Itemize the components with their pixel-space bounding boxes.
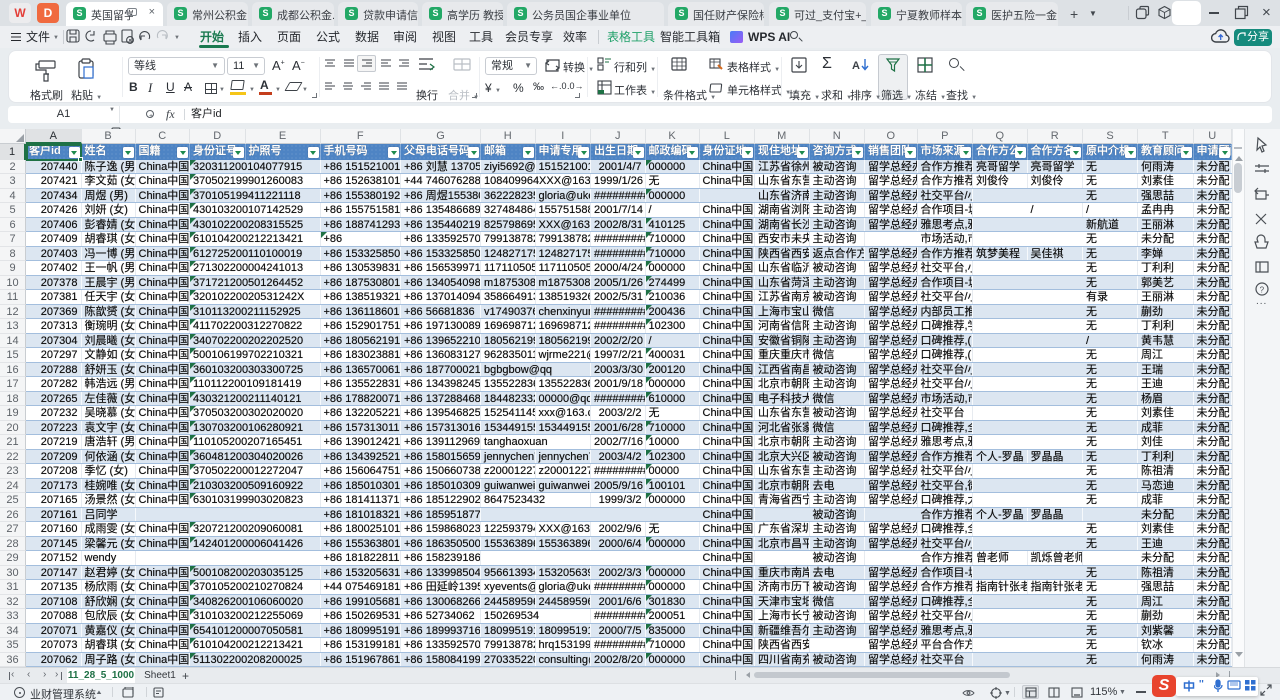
svg-text:?: ? [1260,286,1265,295]
svg-text:A: A [852,60,860,72]
